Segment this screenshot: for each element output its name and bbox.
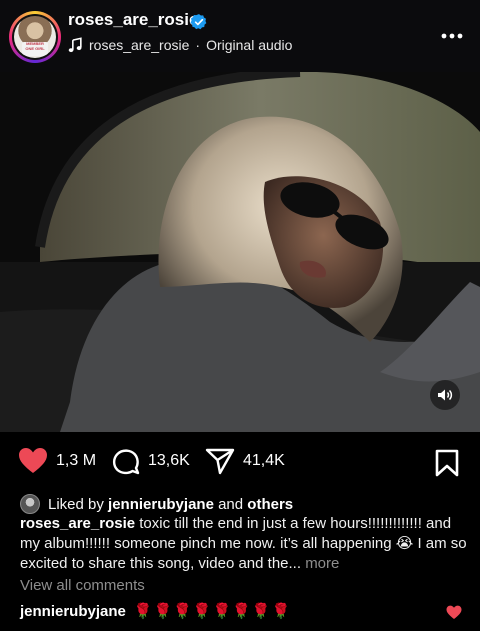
heart-icon	[19, 448, 47, 473]
share-button[interactable]: 41,4K	[205, 447, 285, 475]
volume-icon	[438, 389, 453, 401]
caption: roses_are_rosie toxic till the end in ju…	[20, 514, 468, 574]
caption-more-link[interactable]: more	[305, 555, 339, 572]
comment-icon	[112, 449, 140, 475]
like-count: 1,3 M	[56, 451, 97, 469]
bookmark-icon[interactable]	[435, 449, 459, 477]
action-bar: 1,3 M 13,6K 41,4K	[0, 442, 480, 482]
volume-button[interactable]	[430, 380, 460, 410]
comment-count: 13,6K	[148, 452, 190, 469]
liked-by-row[interactable]: Liked by jennierubyjane and others	[20, 494, 293, 514]
avatar-shirt-text: MEMBER ONE GIRL	[22, 41, 48, 56]
audio-user: roses_are_rosie	[89, 37, 190, 53]
video-frame	[0, 72, 480, 432]
username[interactable]: roses_are_rosie	[68, 10, 198, 30]
liked-by-user[interactable]: jennierubyjane	[108, 496, 214, 513]
liked-by-avatar	[20, 494, 40, 514]
avatar[interactable]: MEMBER ONE GIRL	[9, 11, 61, 63]
audio-separator: ·	[195, 37, 201, 53]
caption-user[interactable]: roses_are_rosie	[20, 515, 135, 532]
liked-by-others[interactable]: others	[247, 496, 293, 513]
liked-by-and: and	[218, 495, 244, 513]
like-button[interactable]: 1,3 M	[18, 447, 96, 474]
verified-badge-icon	[190, 14, 207, 30]
comment-text: 🌹🌹🌹🌹🌹🌹🌹🌹	[133, 603, 292, 620]
comment-button[interactable]: 13,6K	[112, 447, 190, 475]
share-count: 41,4K	[243, 452, 285, 469]
comment-user[interactable]: jennierubyjane	[20, 603, 126, 620]
liked-by-prefix: Liked by	[48, 495, 104, 513]
comment-heart-icon[interactable]	[446, 605, 462, 620]
post-header: MEMBER ONE GIRL roses_are_rosie roses_ar…	[0, 0, 480, 72]
share-icon	[205, 448, 235, 475]
view-all-comments-link[interactable]: View all comments	[20, 577, 145, 594]
audio-attribution[interactable]: roses_are_rosie · Original audio	[68, 37, 292, 53]
audio-label: Original audio	[206, 37, 293, 53]
music-note-icon	[68, 37, 82, 53]
more-options-icon[interactable]	[440, 30, 464, 42]
comment-preview: jennierubyjane 🌹🌹🌹🌹🌹🌹🌹🌹	[20, 602, 292, 621]
post-video[interactable]	[0, 72, 480, 432]
